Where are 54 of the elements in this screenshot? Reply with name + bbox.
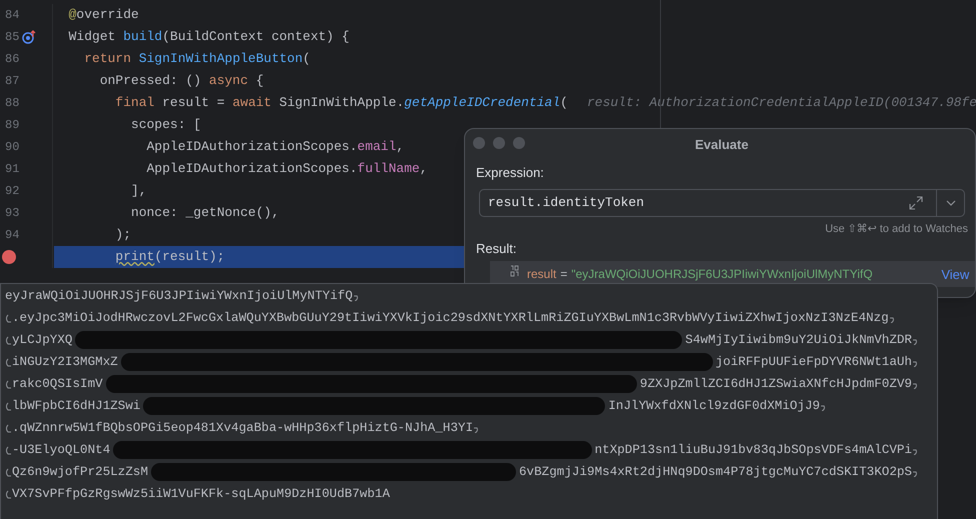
wrapped-text-line: -U3ElyoQL0Nt4 — [12, 442, 110, 459]
wrapped-text-line: eyJraWQiOiJUOHRJSjF6U3JPIiwiYWxnIjoiUlMyNTYifQ — [5, 288, 353, 305]
window-title: Evaluate — [695, 136, 748, 154]
wrapped-text-line: 6vBZgmjJi9Ms4xRt2djHNq9DOsm4P78jtgcMuYC7cdSKIT3KO2pS — [519, 464, 912, 481]
line-number: 92 — [4, 183, 20, 200]
wrapped-text-line: .qWZnnrw5W1fBQbsOPGi5eop481Xv4gaBba-wHHp36xflpHiztG-NJhA_H3YI — [12, 420, 474, 437]
override-marker-icon[interactable] — [22, 30, 36, 44]
code-line: nonce: _getNonce(), — [130, 204, 280, 222]
wrapped-text-line: Qz6n9wjofPr25LzZsM — [12, 464, 148, 481]
expression-field[interactable]: result.identityToken — [479, 188, 965, 216]
result-value: "eyJraWQiOiJUOHRJSjF6U3JPIiwiYWxnIjoiUlMyNTYifQ — [571, 266, 874, 282]
code-line: scopes: [ — [130, 116, 202, 134]
wrapped-text-line: lbWFpbCI6dHJ1ZSwi — [12, 398, 140, 415]
wrapped-text-line: yLCJpYXQ — [12, 332, 72, 349]
result-variable-name: result — [527, 266, 556, 282]
line-number: 85 — [4, 29, 20, 46]
code-line: ); — [114, 226, 132, 244]
line-number: 90 — [4, 139, 20, 156]
wrapped-text-line: VX7SvPFfpGzRgswWz5iiW1VuFKFk-sqLApuM9DzHI0UdB7wb1A — [12, 486, 390, 503]
expression-label: Expression: — [476, 164, 545, 182]
line-number: 86 — [4, 51, 20, 68]
wrapped-text-line: rakc0QSIsImV — [12, 376, 103, 393]
wrapped-text-line: .eyJpc3MiOiJodHRwczovL2FwcGxlaWQuYXBwbGUuY29tIiwiYXVkIjoic29sdXNtYXRlLmRiZGIuYXBwLmN1c3RvbWVyIiwiZXhwIjoxNzI3NzE4Nzg — [12, 310, 889, 327]
line-number: 84 — [4, 7, 20, 24]
watches-hint: Use ⇧⌘↩ to add to Watches — [825, 222, 968, 236]
code-line: onPressed: () async { — [98, 72, 264, 90]
code-line: ], — [130, 182, 147, 200]
window-zoom-button[interactable] — [513, 137, 525, 149]
line-number: 88 — [4, 95, 20, 112]
wrapped-text-line: ntXpDP13sn1liuBuJ91bv83qJbSOpsVDFs4mAlCVPi — [594, 442, 912, 459]
code-line: AppleIDAuthorizationScopes.email, — [146, 138, 404, 156]
wrapped-text-line: iNGUzY2I3MGMxZ — [12, 354, 118, 371]
wrapped-text-line: InJlYWxfdXNlcl9zdGF0dXMiOjJ9 — [608, 398, 820, 415]
line-number: 94 — [4, 227, 20, 244]
window-minimize-button[interactable] — [493, 137, 505, 149]
result-label: Result: — [476, 240, 518, 258]
wrapped-text-line: S4wMjIyIiwibm9uY2UiOiJkNmVhZDR — [685, 332, 912, 349]
code-line: Widget build(BuildContext context) { — [68, 28, 350, 46]
line-number: 91 — [4, 161, 20, 178]
line-number: 89 — [4, 117, 20, 134]
code-line: AppleIDAuthorizationScopes.fullName, — [146, 160, 428, 178]
code-line: final result = await SignInWithApple.getAppleIDCredential( result: AuthorizationCredentialAppleID(001347.98fe — [114, 94, 976, 112]
code-line: print(result); — [114, 248, 225, 266]
line-number: 93 — [4, 205, 20, 222]
chevron-down-icon — [946, 200, 956, 206]
window-close-button[interactable] — [473, 137, 485, 149]
expand-icon[interactable] — [909, 196, 923, 210]
line-number: 87 — [4, 73, 20, 90]
breakpoint-icon[interactable] — [2, 250, 16, 264]
equals-sign: = — [560, 266, 568, 282]
wrapped-text-line: 9ZXJpZmllZCI6dHJ1ZSwiaXNfcHJpdmF0ZV9 — [640, 376, 912, 393]
code-line: return SignInWithAppleButton( — [83, 50, 310, 68]
wrapped-text-line: joiRFFpUUFieFpDYVR6NWt1aUh — [716, 354, 912, 371]
code-line: @override — [68, 6, 139, 24]
